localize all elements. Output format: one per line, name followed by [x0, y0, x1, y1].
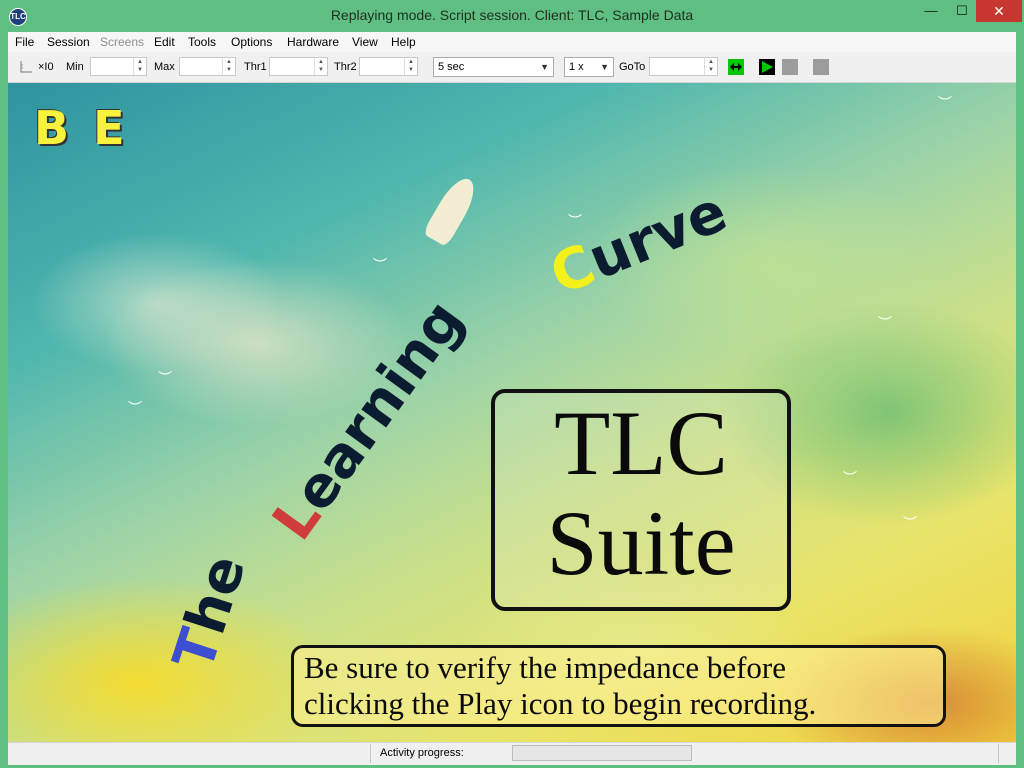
bird-icon: ︶ — [938, 95, 952, 111]
pause-icon[interactable] — [782, 59, 798, 75]
spinner-arrows-icon[interactable]: ▲ ▼ — [222, 58, 235, 75]
stop-icon[interactable] — [813, 59, 829, 75]
suite-title: Suite — [546, 492, 736, 594]
goto-label: GoTo — [619, 61, 646, 73]
tlc-suite-title-box: TLC Suite — [491, 389, 791, 611]
interval-select[interactable]: 5 sec ▼ — [433, 57, 554, 77]
tlc-title: TLC — [554, 392, 728, 494]
menu-view[interactable]: View — [352, 35, 378, 49]
status-bar: Activity progress: — [8, 742, 1016, 765]
menu-screens[interactable]: Screens — [100, 35, 144, 49]
close-button[interactable]: ✕ — [976, 0, 1022, 22]
curve-word-curve-rest: urve — [579, 179, 736, 293]
thr1-label: Thr1 — [244, 61, 267, 73]
speed-select[interactable]: 1 x ▼ — [564, 57, 614, 77]
menu-options[interactable]: Options — [231, 35, 272, 49]
min-spinner[interactable]: ▲ ▼ — [90, 57, 147, 76]
title-bar[interactable]: TLC Replaying mode. Script session. Clie… — [0, 0, 1024, 32]
menu-file[interactable]: File — [15, 35, 34, 49]
curve-word-the: The — [161, 548, 259, 678]
min-label: Min — [66, 61, 84, 73]
menu-edit[interactable]: Edit — [154, 35, 175, 49]
menu-help[interactable]: Help — [391, 35, 416, 49]
menu-hardware[interactable]: Hardware — [287, 35, 339, 49]
thr2-label: Thr2 — [334, 61, 357, 73]
note-line-2: clicking the Play icon to begin recordin… — [304, 686, 817, 721]
note-line-1: Be sure to verify the impedance before — [304, 650, 787, 685]
bird-icon: ︶ — [128, 400, 142, 416]
rocket-illustration — [422, 172, 482, 248]
goto-spinner[interactable]: ▲ ▼ — [649, 57, 718, 76]
window-title: Replaying mode. Script session. Client: … — [330, 7, 694, 23]
menu-session[interactable]: Session — [47, 35, 90, 49]
minimize-button[interactable]: — — [914, 0, 948, 22]
bird-icon: ︶ — [843, 470, 857, 486]
status-divider — [998, 744, 999, 763]
spinner-arrows-icon[interactable]: ▲ ▼ — [133, 58, 146, 75]
play-icon[interactable] — [759, 59, 775, 75]
maximize-button[interactable]: ☐ — [945, 0, 979, 22]
chevron-down-icon: ▼ — [540, 62, 549, 72]
thr1-spinner[interactable]: ▲ ▼ — [269, 57, 328, 76]
curve-word-learning: Learning — [260, 289, 476, 552]
curve-word-learning-rest: earning — [281, 288, 477, 524]
axis-icon[interactable] — [18, 59, 34, 75]
spinner-arrows-icon[interactable]: ▲ ▼ — [404, 58, 417, 75]
curve-word-curve: Curve — [542, 179, 736, 308]
swap-arrows-icon[interactable] — [728, 59, 744, 75]
spinner-arrows-icon[interactable]: ▲ ▼ — [314, 58, 327, 75]
interval-value: 5 sec — [438, 61, 465, 73]
toolbar: ×I0 Min ▲ ▼ Max ▲ ▼ Thr1 ▲ ▼ Thr2 ▲ ▼ 5 sec … — [8, 52, 1016, 83]
thr2-spinner[interactable]: ▲ ▼ — [359, 57, 418, 76]
bird-icon: ︶ — [878, 315, 892, 331]
bird-icon: ︶ — [373, 257, 387, 273]
menu-bar: File Session Screens Edit Tools Options … — [8, 32, 1016, 52]
bird-icon: ︶ — [158, 370, 172, 386]
max-label: Max — [154, 61, 175, 73]
menu-tools[interactable]: Tools — [188, 35, 216, 49]
activity-progress-bar — [512, 745, 692, 761]
app-window: TLC Replaying mode. Script session. Clie… — [0, 0, 1024, 768]
scale-label[interactable]: ×I0 — [38, 61, 54, 73]
activity-progress-label: Activity progress: — [380, 747, 464, 759]
chevron-down-icon: ▼ — [600, 62, 609, 72]
impedance-note-box: Be sure to verify the impedance before c… — [291, 645, 946, 727]
bird-icon: ︶ — [568, 213, 582, 229]
splash-screen: ︶ ︶ ︶ ︶ ︶ ︶ ︶ ︶ B E The Learning Curve T… — [8, 83, 1016, 742]
bird-icon: ︶ — [903, 515, 917, 531]
be-logo: B E — [34, 101, 129, 155]
status-divider — [370, 744, 371, 763]
speed-value: 1 x — [569, 61, 584, 73]
spinner-arrows-icon[interactable]: ▲ ▼ — [704, 58, 717, 75]
max-spinner[interactable]: ▲ ▼ — [179, 57, 236, 76]
